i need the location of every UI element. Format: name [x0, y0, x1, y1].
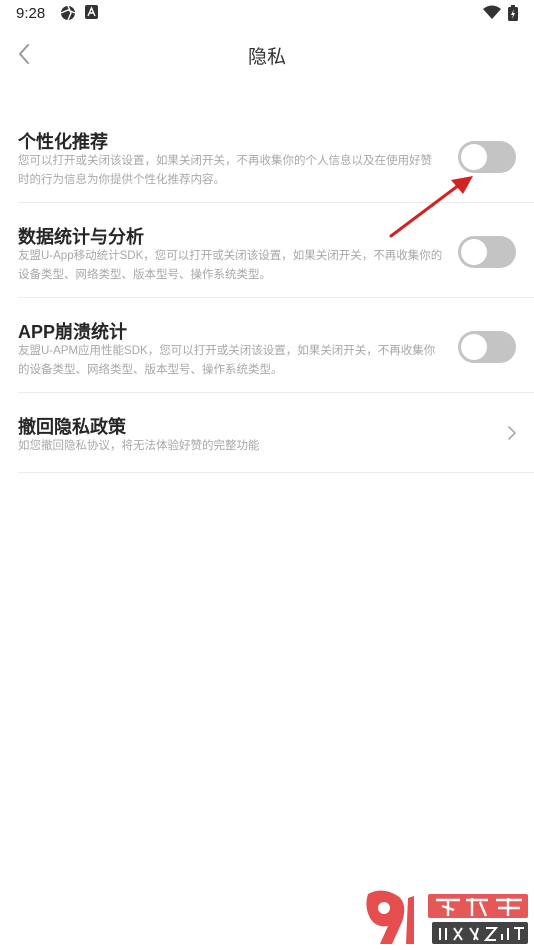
- data-statistics-toggle[interactable]: [458, 236, 516, 268]
- setting-row-data-statistics: 数据统计与分析 友盟U-App移动统计SDK，您可以打开或关闭该设置，如果关闭开…: [18, 203, 534, 298]
- setting-description: 如您撤回隐私协议，将无法体验好赞的完整功能: [18, 440, 260, 452]
- app-notification-icon: [85, 5, 98, 19]
- setting-row-crash-statistics: APP崩溃统计 友盟U-APM应用性能SDK，您可以打开或关闭该设置，如果关闭开…: [18, 298, 534, 393]
- setting-title: 数据统计与分析: [18, 227, 144, 247]
- personalized-recommendation-toggle[interactable]: [458, 141, 516, 173]
- watermark-logo: [366, 890, 528, 944]
- crash-statistics-toggle[interactable]: [458, 331, 516, 363]
- status-bar: 9:28: [0, 0, 534, 28]
- battery-charging-icon: [508, 5, 518, 21]
- setting-description: 友盟U-App移动统计SDK，您可以打开或关闭该设置，如果关闭开关，不再收集你的…: [18, 250, 443, 281]
- page-title: 隐私: [247, 47, 286, 68]
- setting-title: APP崩溃统计: [18, 322, 128, 342]
- setting-row-personalized-recommendation: 个性化推荐 您可以打开或关闭该设置，如果关闭开关，不再收集你的个人信息以及在使用…: [18, 108, 534, 203]
- toggle-knob: [461, 239, 487, 265]
- wifi-icon: [483, 5, 501, 19]
- nav-bar: 隐私: [0, 28, 534, 80]
- aperture-icon: [60, 5, 76, 21]
- toggle-knob: [461, 334, 487, 360]
- setting-description: 您可以打开或关闭该设置，如果关闭开关，不再收集你的个人信息以及在使用好赞时的行为…: [18, 155, 432, 186]
- setting-title: 撤回隐私政策: [18, 417, 126, 437]
- settings-list: 个性化推荐 您可以打开或关闭该设置，如果关闭开关，不再收集你的个人信息以及在使用…: [18, 108, 534, 473]
- toggle-knob: [461, 144, 487, 170]
- setting-description: 友盟U-APM应用性能SDK，您可以打开或关闭该设置，如果关闭开关，不再收集你的…: [18, 345, 436, 376]
- setting-title: 个性化推荐: [18, 132, 108, 152]
- status-time: 9:28: [16, 5, 46, 22]
- chevron-right-icon: [508, 426, 516, 440]
- setting-row-revoke-privacy-policy[interactable]: 撤回隐私政策 如您撤回隐私协议，将无法体验好赞的完整功能: [18, 393, 534, 473]
